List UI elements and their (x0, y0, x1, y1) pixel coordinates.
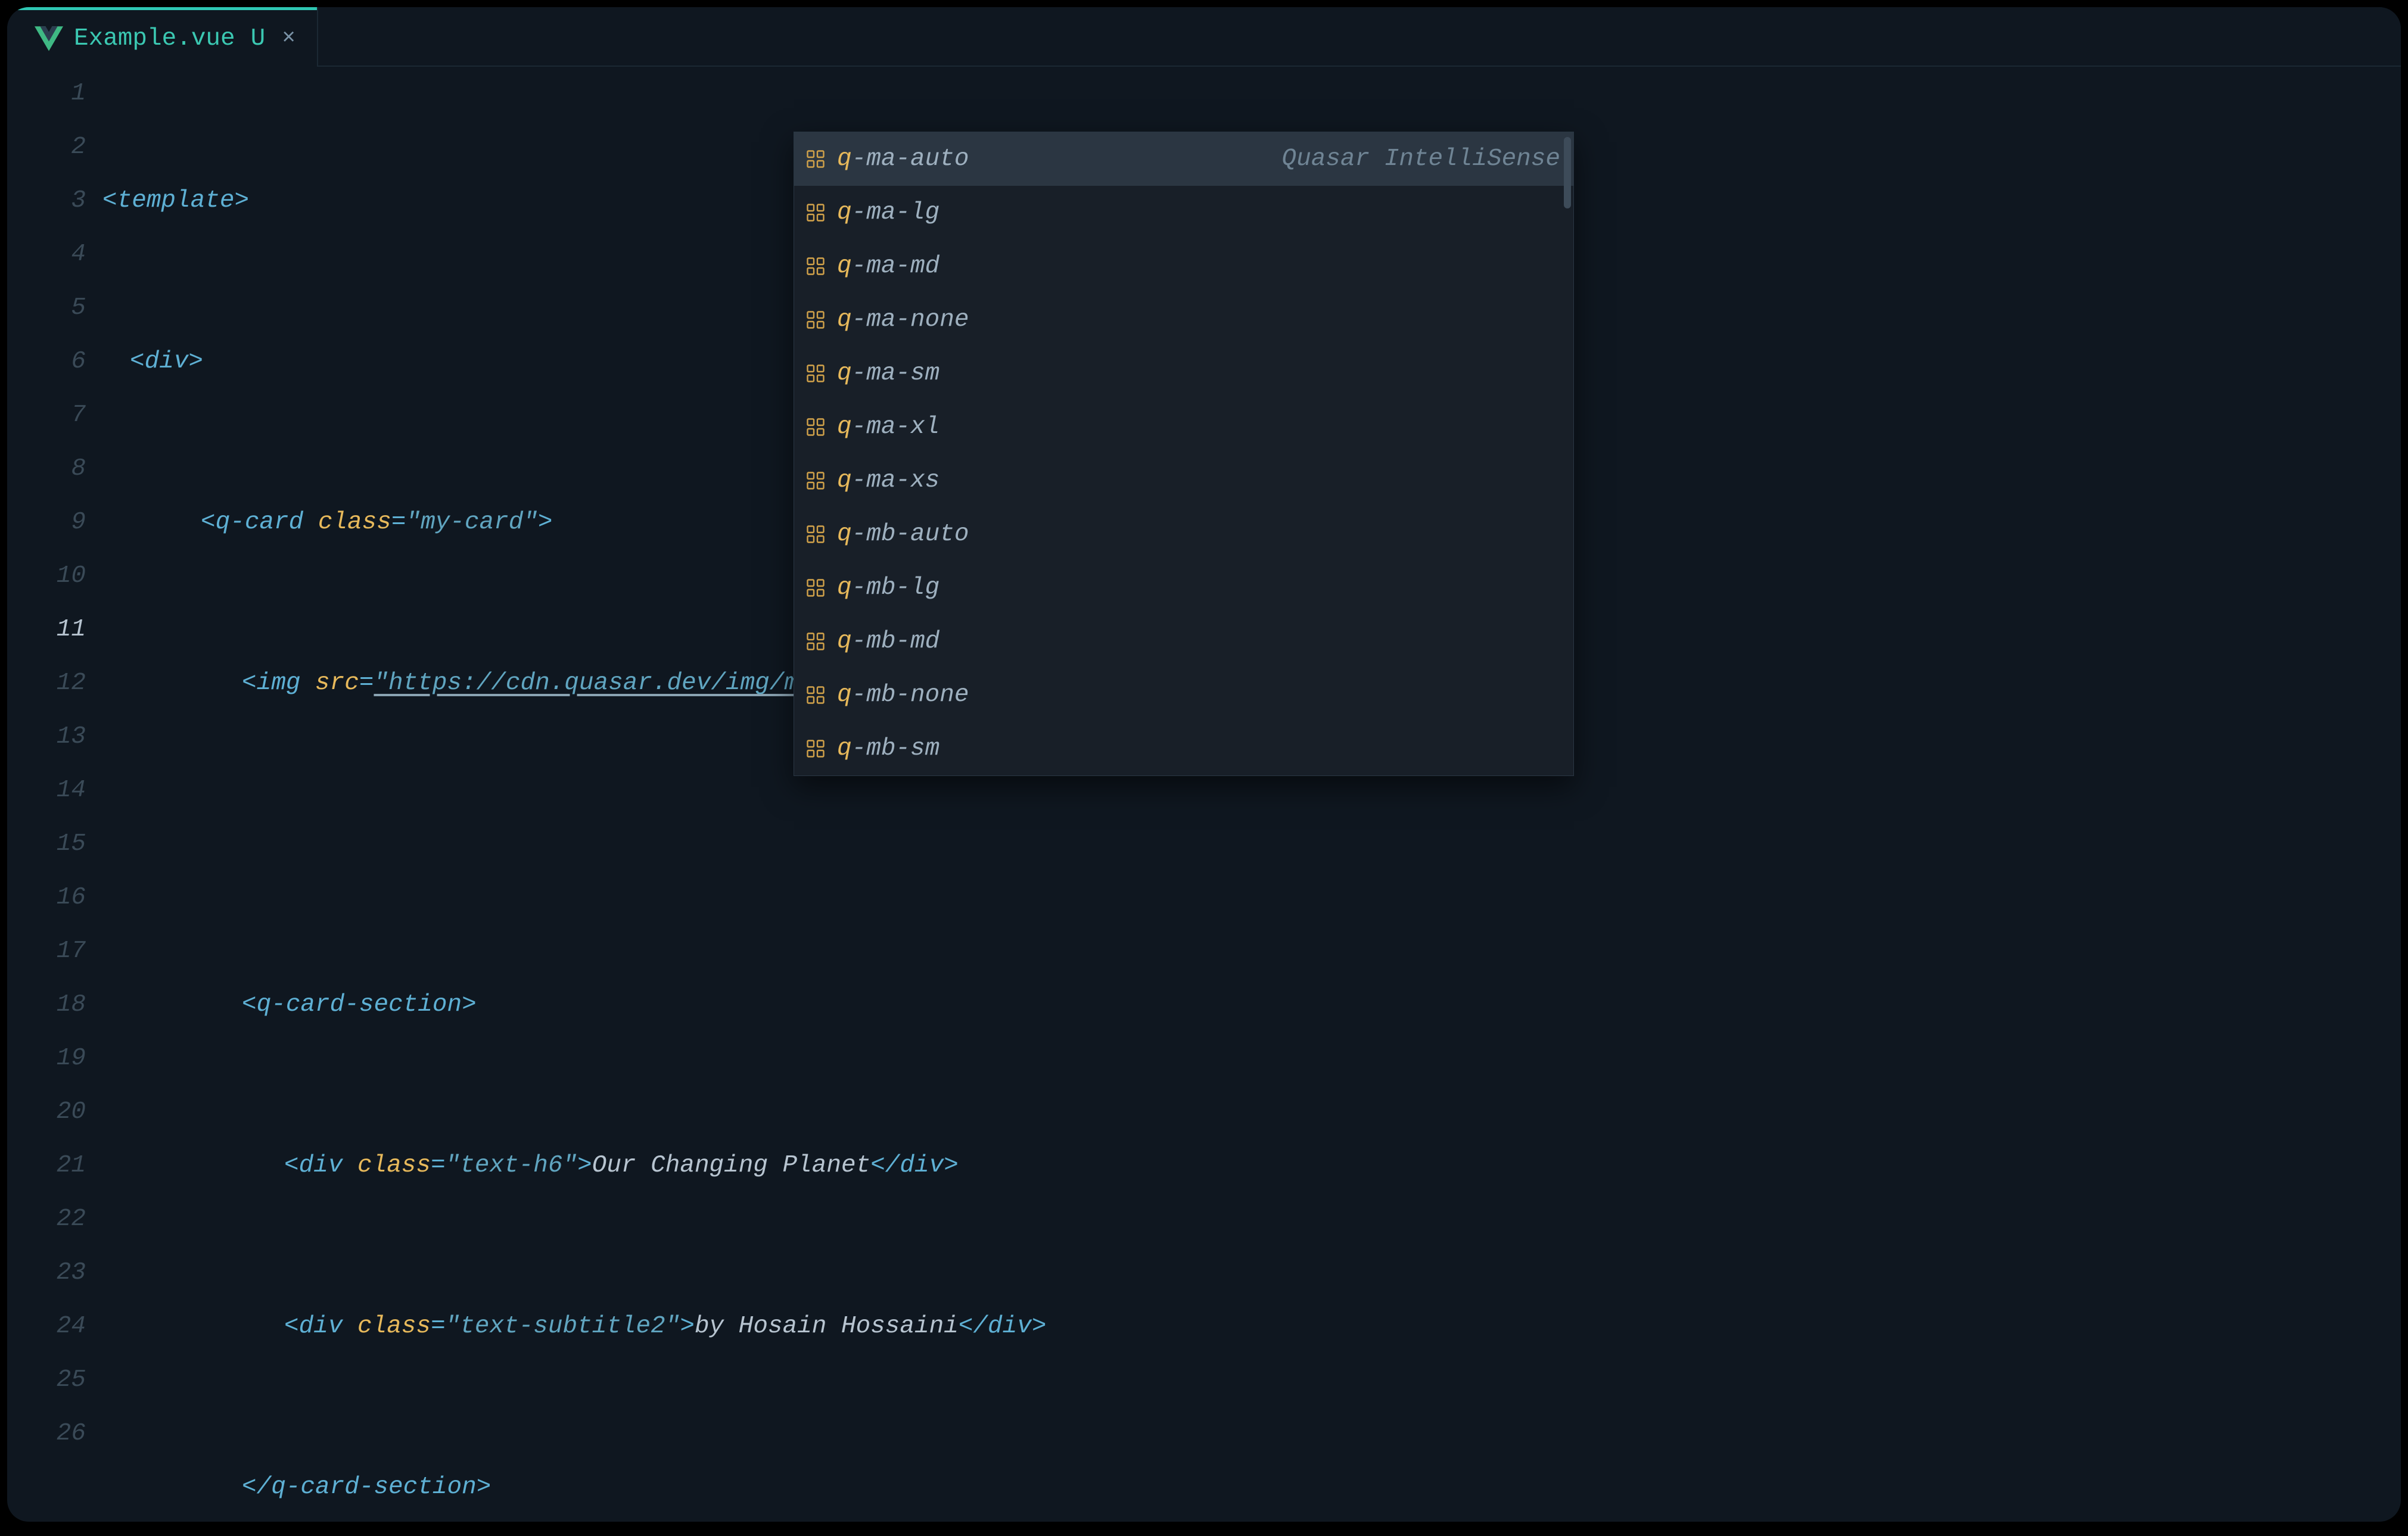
intellisense-item[interactable]: q-ma-sm (794, 347, 1573, 400)
line-number: 13 (7, 710, 86, 764)
completion-kind-icon (805, 684, 826, 706)
line-number: 2 (7, 120, 86, 174)
intellisense-item[interactable]: q-ma-none (794, 293, 1573, 347)
line-number: 23 (7, 1246, 86, 1300)
line-number: 20 (7, 1085, 86, 1139)
line-number: 8 (7, 442, 86, 496)
tab-bar: Example.vue U × (7, 7, 2401, 67)
line-number: 7 (7, 388, 86, 442)
completion-kind-icon (805, 577, 826, 599)
completion-label: q-ma-xs (837, 454, 939, 507)
editor[interactable]: 1 2 3 4 5 6 7 8 9 10 11 12 13 14 15 16 1… (7, 67, 2401, 1522)
tab-bar-rest (318, 7, 2401, 67)
intellisense-item[interactable]: q-ma-auto Quasar IntelliSense (794, 132, 1573, 186)
line-number: 12 (7, 656, 86, 710)
line-number: 16 (7, 871, 86, 924)
intellisense-item[interactable]: q-ma-md (794, 239, 1573, 293)
line-number: 25 (7, 1353, 86, 1407)
line-number: 3 (7, 174, 86, 228)
intellisense-popup[interactable]: q-ma-autoQuasar IntelliSenseq-ma-lgq-ma-… (794, 132, 1574, 776)
line-number: 9 (7, 496, 86, 549)
line-number: 11 (7, 603, 86, 656)
completion-kind-icon (805, 363, 826, 384)
close-icon[interactable]: × (282, 26, 295, 51)
intellisense-item[interactable]: q-mb-sm (794, 722, 1573, 775)
completion-label: q-ma-xl (837, 400, 939, 454)
tab-status: U (251, 25, 266, 52)
intellisense-item[interactable]: q-mb-md (794, 615, 1573, 668)
code-area[interactable]: <template> <div> <q-card class="my-card"… (102, 67, 2401, 1522)
completion-label: q-ma-none (837, 293, 969, 347)
line-number: 22 (7, 1192, 86, 1246)
line-number: 17 (7, 924, 86, 978)
completion-label: q-mb-md (837, 615, 939, 668)
line-number: 18 (7, 978, 86, 1032)
completion-label: q-ma-auto (837, 132, 969, 186)
line-number: 21 (7, 1139, 86, 1192)
line-number: 19 (7, 1032, 86, 1085)
intellisense-item[interactable]: q-mb-auto (794, 507, 1573, 561)
line-number: 15 (7, 817, 86, 871)
completion-label: q-ma-sm (837, 347, 939, 400)
completion-kind-icon (805, 202, 826, 223)
intellisense-item[interactable]: q-mb-none (794, 668, 1573, 722)
completion-kind-icon (805, 148, 826, 170)
completion-label: q-mb-sm (837, 722, 939, 775)
line-number-gutter: 1 2 3 4 5 6 7 8 9 10 11 12 13 14 15 16 1… (7, 67, 102, 1522)
line-number: 10 (7, 549, 86, 603)
tab-filename: Example.vue (74, 25, 235, 52)
completion-kind-icon (805, 256, 826, 277)
intellisense-hint: Quasar IntelliSense (1282, 132, 1560, 186)
completion-label: q-mb-lg (837, 561, 939, 615)
line-number: 5 (7, 281, 86, 335)
intellisense-item[interactable]: q-mb-lg (794, 561, 1573, 615)
line-number: 26 (7, 1407, 86, 1460)
completion-kind-icon (805, 309, 826, 331)
line-number: 14 (7, 764, 86, 817)
intellisense-item[interactable]: q-ma-xl (794, 400, 1573, 454)
line-number: 4 (7, 228, 86, 281)
completion-label: q-ma-lg (837, 186, 939, 239)
editor-window: Example.vue U × 1 2 3 4 5 6 7 8 9 10 11 … (7, 7, 2401, 1522)
intellisense-item[interactable]: q-ma-lg (794, 186, 1573, 239)
completion-kind-icon (805, 631, 826, 652)
completion-kind-icon (805, 738, 826, 759)
line-number: 6 (7, 335, 86, 388)
completion-label: q-mb-none (837, 668, 969, 722)
line-number: 24 (7, 1300, 86, 1353)
completion-kind-icon (805, 524, 826, 545)
file-tab[interactable]: Example.vue U × (7, 7, 317, 67)
line-number: 1 (7, 67, 86, 120)
vue-icon (35, 24, 63, 53)
intellisense-item[interactable]: q-ma-xs (794, 454, 1573, 507)
completion-label: q-mb-auto (837, 507, 969, 561)
completion-label: q-ma-md (837, 239, 939, 293)
completion-kind-icon (805, 470, 826, 491)
completion-kind-icon (805, 416, 826, 438)
